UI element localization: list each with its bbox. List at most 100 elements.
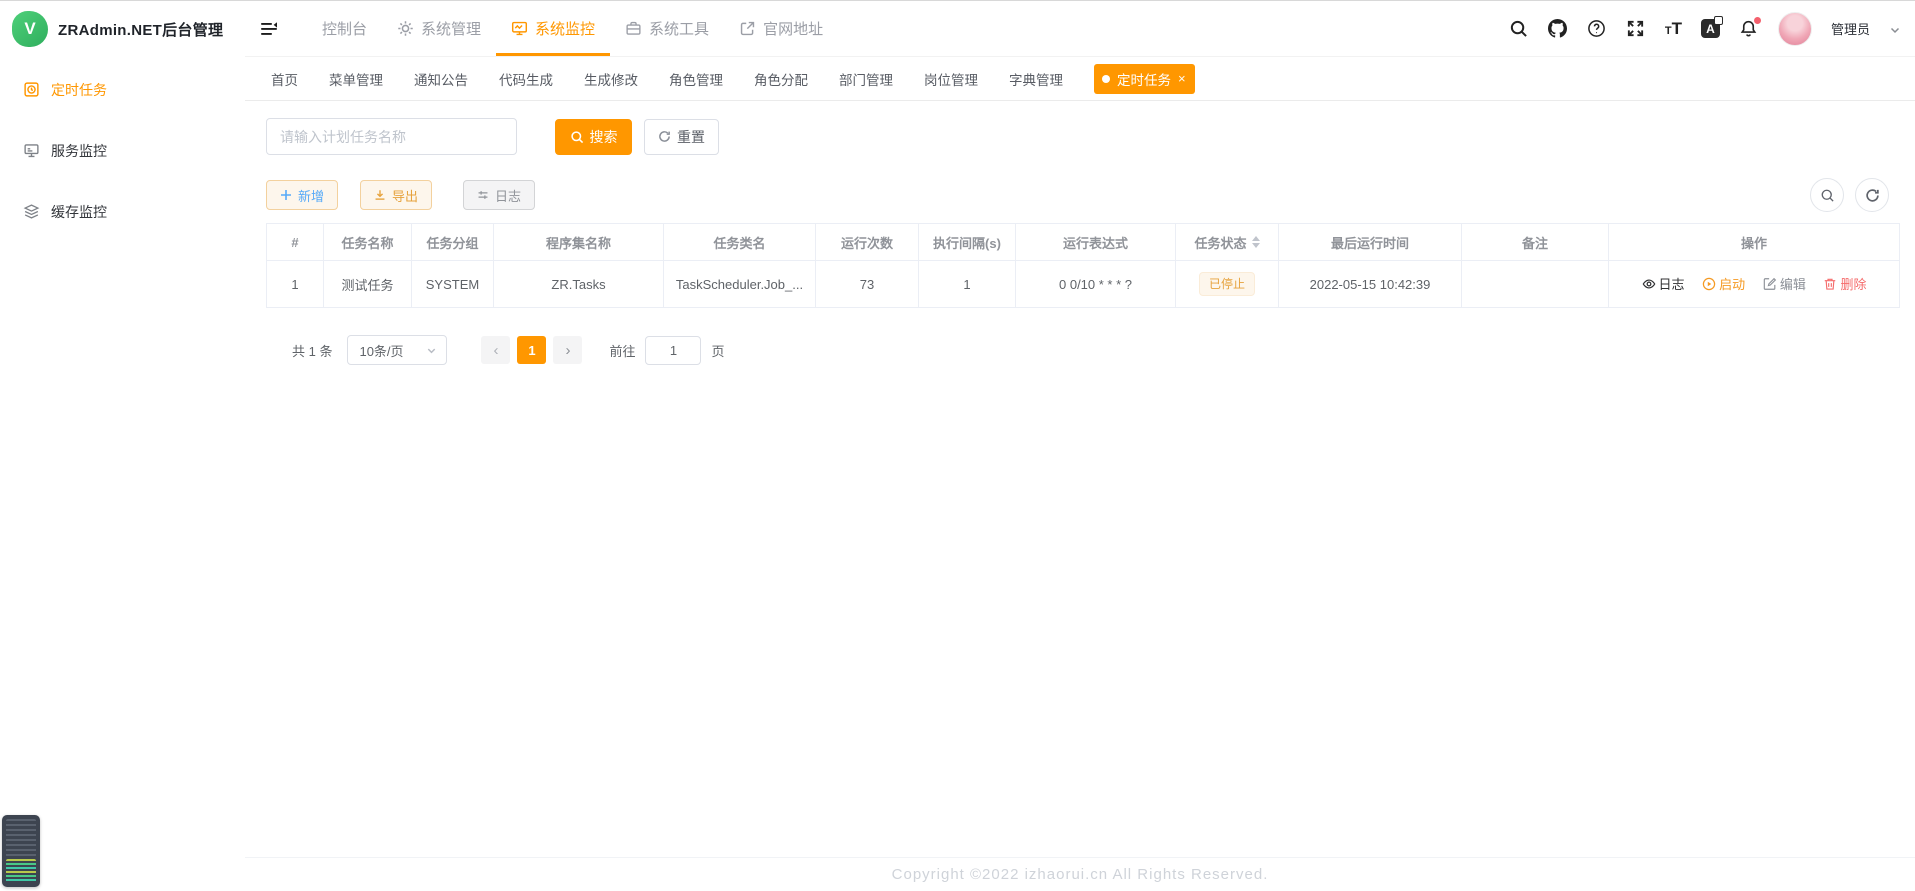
row-delete-label: 删除 [1840, 274, 1866, 293]
status-sort-control[interactable]: 任务状态 [1194, 233, 1259, 252]
sidebar-item-service-monitor[interactable]: 服务监控 [0, 120, 245, 181]
mini-monitor-widget[interactable] [2, 815, 40, 887]
search-button-label: 搜索 [590, 127, 618, 147]
table-header-row: # 任务名称 任务分组 程序集名称 任务类名 运行次数 执行间隔(s) 运行表达… [267, 224, 1900, 261]
search-icon [570, 130, 584, 144]
row-log-button[interactable]: 日志 [1642, 274, 1685, 293]
reset-button[interactable]: 重置 [644, 119, 719, 155]
tab-menu-management[interactable]: 菜单管理 [329, 69, 383, 89]
sidebar-item-label: 服务监控 [51, 141, 107, 161]
prev-page-button[interactable]: ‹ [481, 336, 510, 364]
cell-class-name: TaskScheduler.Job_... [664, 261, 816, 308]
export-button-label: 导出 [392, 186, 418, 205]
tabbar: 首页 菜单管理 通知公告 代码生成 生成修改 角色管理 角色分配 部门管理 岗位… [245, 57, 1915, 101]
cell-task-name: 测试任务 [324, 261, 412, 308]
tab-role-assignment[interactable]: 角色分配 [754, 69, 808, 89]
sidebar-menu: 定时任务 服务监控 缓存监控 [0, 57, 245, 242]
col-status-label: 任务状态 [1194, 233, 1246, 252]
nav-item-system-management[interactable]: 系统管理 [382, 1, 496, 56]
current-page-button[interactable]: 1 [517, 336, 546, 364]
help-icon[interactable] [1587, 19, 1607, 39]
row-edit-label: 编辑 [1780, 274, 1806, 293]
search-form: 搜索 重置 [266, 118, 1895, 155]
app-logo-row: V ZRAdmin.NET后台管理 [0, 1, 245, 57]
tab-close-icon[interactable]: × [1178, 72, 1186, 85]
edit-icon [1763, 277, 1777, 291]
nav-item-label: 系统管理 [421, 18, 481, 39]
search-icon[interactable] [1509, 19, 1529, 39]
pagination: 共 1 条 10条/页 ‹ 1 › 前往 页 [266, 335, 1895, 365]
sidebar-item-scheduled-tasks[interactable]: 定时任务 [0, 59, 245, 120]
page-size-select[interactable]: 10条/页 [347, 335, 447, 365]
tab-post-management[interactable]: 岗位管理 [924, 69, 978, 89]
search-button[interactable]: 搜索 [555, 119, 632, 155]
sidebar-item-cache-monitor[interactable]: 缓存监控 [0, 181, 245, 242]
avatar[interactable] [1778, 12, 1812, 46]
col-remark: 备注 [1462, 224, 1609, 261]
active-tab-dot-icon [1102, 75, 1110, 83]
page-unit-label: 页 [711, 341, 724, 360]
tab-notice[interactable]: 通知公告 [414, 69, 468, 89]
nav-item-console[interactable]: 控制台 [307, 1, 382, 56]
page-size-value: 10条/页 [359, 341, 403, 360]
nav-item-system-tools[interactable]: 系统工具 [610, 1, 724, 56]
nav-item-system-monitor[interactable]: 系统监控 [496, 1, 610, 56]
tab-scheduled-tasks-active[interactable]: 定时任务 × [1094, 64, 1195, 94]
play-icon [1702, 277, 1716, 291]
add-button[interactable]: 新增 [266, 180, 338, 210]
main-area: 控制台 系统管理 系统监控 [245, 1, 1915, 365]
sort-carets-icon [1252, 236, 1260, 248]
nav-item-official-site[interactable]: 官网地址 [724, 1, 838, 56]
tab-department-management[interactable]: 部门管理 [839, 69, 893, 89]
tab-generation-edit[interactable]: 生成修改 [584, 69, 638, 89]
row-start-label: 启动 [1719, 274, 1745, 293]
chevron-down-icon [426, 345, 437, 356]
col-cron: 运行表达式 [1016, 224, 1176, 261]
task-name-input[interactable] [266, 118, 517, 155]
cell-task-group: SYSTEM [412, 261, 494, 308]
mini-monitor-bars-top [6, 819, 36, 857]
plus-icon [280, 189, 292, 201]
fullscreen-icon[interactable] [1626, 19, 1646, 39]
refresh-icon [658, 130, 671, 143]
translate-icon[interactable]: A [1701, 19, 1720, 38]
tab-role-management[interactable]: 角色管理 [669, 69, 723, 89]
next-page-button[interactable]: › [553, 336, 582, 364]
app-title: ZRAdmin.NET后台管理 [58, 19, 223, 40]
row-delete-button[interactable]: 删除 [1823, 274, 1866, 293]
font-size-icon[interactable]: TT [1665, 20, 1682, 37]
col-actions: 操作 [1609, 224, 1900, 261]
cell-actions: 日志 启动 编辑 删除 [1609, 261, 1900, 308]
table-tools [1810, 178, 1895, 212]
cell-interval: 1 [919, 261, 1016, 308]
app-window: V ZRAdmin.NET后台管理 定时任务 服务监控 缓存监控 [0, 0, 1915, 891]
sidebar-collapse-icon[interactable] [245, 1, 293, 56]
log-button[interactable]: 日志 [463, 180, 535, 210]
pagination-total: 共 1 条 [292, 341, 332, 360]
row-start-button[interactable]: 启动 [1702, 274, 1745, 293]
tab-dictionary-management[interactable]: 字典管理 [1009, 69, 1063, 89]
top-header: 控制台 系统管理 系统监控 [245, 1, 1915, 57]
cell-status: 已停止 [1176, 261, 1279, 308]
toggle-search-icon[interactable] [1810, 178, 1844, 212]
github-icon[interactable] [1548, 19, 1568, 39]
tab-code-generation[interactable]: 代码生成 [499, 69, 553, 89]
header-actions: TT A 管理员 [1509, 1, 1901, 56]
cell-last-run-time: 2022-05-15 10:42:39 [1279, 261, 1462, 308]
goto-label: 前往 [609, 341, 635, 360]
refresh-table-icon[interactable] [1855, 178, 1889, 212]
tab-home[interactable]: 首页 [271, 69, 298, 89]
sliders-icon [477, 189, 489, 201]
export-button[interactable]: 导出 [360, 180, 432, 210]
sidebar-item-label: 定时任务 [51, 80, 107, 100]
gear-icon [397, 20, 414, 37]
chevron-down-icon[interactable] [1889, 23, 1901, 35]
tasks-table: # 任务名称 任务分组 程序集名称 任务类名 运行次数 执行间隔(s) 运行表达… [266, 223, 1900, 308]
notification-bell-icon[interactable] [1739, 19, 1759, 39]
col-run-count: 运行次数 [816, 224, 919, 261]
col-index: # [267, 224, 324, 261]
trash-icon [1823, 277, 1837, 291]
user-name[interactable]: 管理员 [1831, 19, 1870, 38]
row-edit-button[interactable]: 编辑 [1763, 274, 1806, 293]
goto-page-input[interactable] [645, 336, 701, 365]
